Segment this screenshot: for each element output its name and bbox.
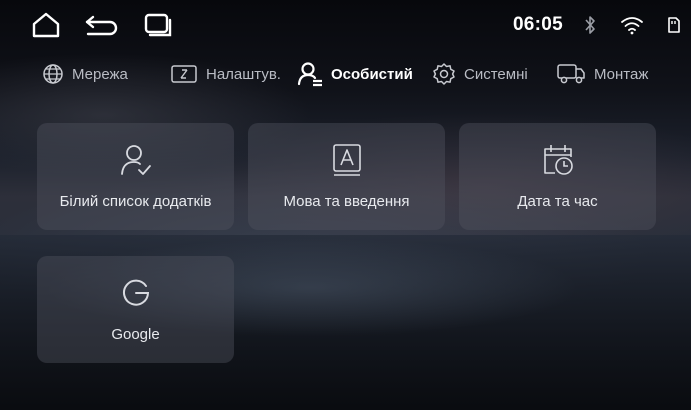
person-list-icon [297, 61, 323, 87]
settings-screen: 06:05 Мережа Налаштув. Особистий Системн… [0, 0, 691, 410]
tab-personal-label: Особистий [331, 65, 413, 83]
tab-personal[interactable]: Особистий [297, 56, 413, 92]
tab-installation-label: Монтаж [594, 65, 649, 83]
language-input-icon [248, 143, 445, 177]
settings-tabs: Мережа Налаштув. Особистий Системні Монт… [0, 56, 691, 92]
recent-apps-icon[interactable] [140, 10, 176, 40]
truck-icon [556, 63, 586, 85]
gear-icon [432, 62, 456, 86]
settings-card-icon [170, 64, 198, 84]
back-icon[interactable] [82, 10, 122, 40]
date-time-label: Дата та час [517, 193, 598, 210]
app-whitelist-tile[interactable]: Білий список додатків [37, 123, 234, 230]
date-time-tile[interactable]: Дата та час [459, 123, 656, 230]
tab-settings-label: Налаштув. [206, 65, 281, 83]
sd-card-icon [665, 14, 683, 36]
bluetooth-icon [580, 12, 600, 38]
google-icon [37, 276, 234, 310]
clock-time: 06:05 [512, 14, 564, 35]
google-tile[interactable]: Google [37, 256, 234, 363]
language-input-label: Мова та введення [283, 193, 410, 210]
home-icon[interactable] [28, 10, 64, 40]
language-input-tile[interactable]: Мова та введення [248, 123, 445, 230]
app-whitelist-label: Білий список додатків [59, 193, 212, 210]
calendar-clock-icon [459, 143, 656, 177]
wifi-icon [618, 12, 646, 38]
google-label: Google [111, 326, 160, 343]
tab-installation[interactable]: Монтаж [556, 56, 648, 92]
globe-icon [42, 63, 64, 85]
tab-network-label: Мережа [72, 65, 128, 83]
tab-system-label: Системні [464, 65, 528, 83]
person-check-icon [37, 143, 234, 177]
tab-settings[interactable]: Налаштув. [170, 56, 281, 92]
tab-system[interactable]: Системні [432, 56, 528, 92]
tab-network[interactable]: Мережа [42, 56, 128, 92]
status-bar: 06:05 [0, 0, 691, 48]
